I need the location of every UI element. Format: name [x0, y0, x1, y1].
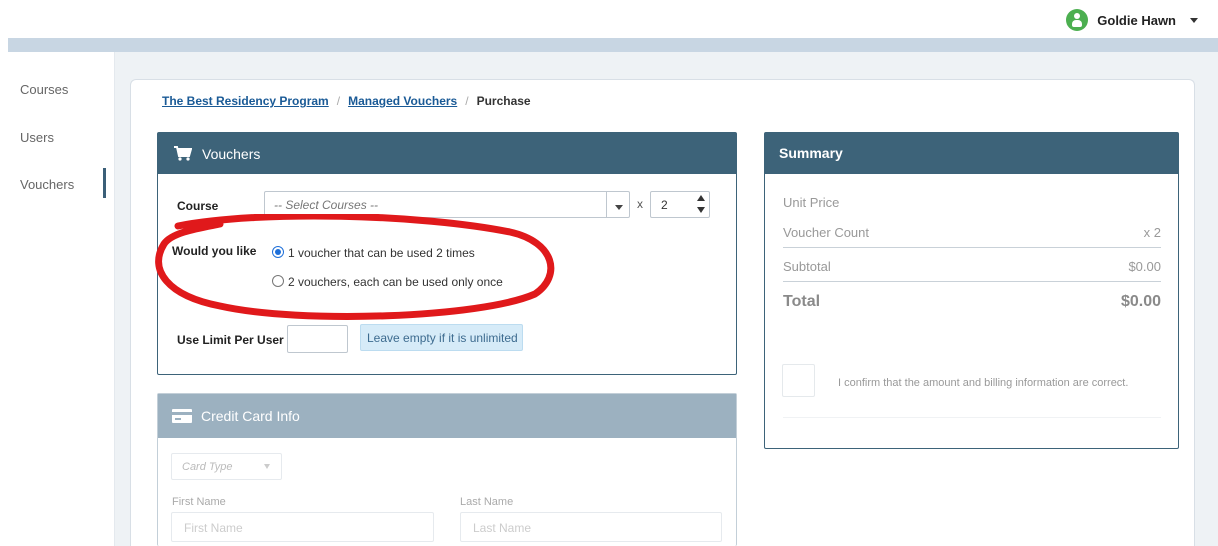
summary-card: Summary [764, 132, 1179, 449]
chevron-down-icon[interactable] [1190, 17, 1198, 23]
first-name-input[interactable]: First Name [171, 512, 434, 542]
total-row: Total $0.00 [783, 293, 1161, 311]
user-avatar-icon[interactable] [1066, 9, 1089, 31]
use-limit-hint: Leave empty if it is unlimited [360, 324, 523, 351]
vouchers-card-title: Vouchers [202, 145, 261, 162]
summary-divider [783, 247, 1161, 248]
confirm-text: I confirm that the amount and billing in… [838, 377, 1129, 389]
chevron-down-icon[interactable] [606, 191, 630, 218]
sidebar-item-users[interactable]: Users [20, 130, 54, 145]
breadcrumb: The Best Residency Program / Managed Vou… [162, 94, 531, 108]
user-menu[interactable]: Goldie Hawn [1066, 9, 1198, 31]
last-name-input[interactable]: Last Name [460, 512, 722, 542]
voucher-count-label: Voucher Count [783, 225, 870, 240]
voucher-count-value: x 2 [1143, 225, 1161, 240]
summary-divider [783, 417, 1161, 418]
credit-card-header: Credit Card Info [158, 394, 736, 438]
breadcrumb-separator: / [336, 94, 341, 108]
stepper-arrows-icon[interactable] [695, 194, 707, 216]
last-name-label: Last Name [460, 496, 514, 508]
subtotal-value: $0.00 [1128, 259, 1161, 274]
first-name-label: First Name [172, 496, 226, 508]
breadcrumb-link-managed-vouchers[interactable]: Managed Vouchers [348, 94, 457, 108]
user-name[interactable]: Goldie Hawn [1097, 13, 1176, 28]
voucher-count-row: Voucher Count x 2 [783, 225, 1161, 240]
radio-multiple-vouchers[interactable] [272, 275, 284, 287]
credit-card-icon [172, 409, 192, 423]
total-value: $0.00 [1120, 293, 1161, 310]
subtotal-row: Subtotal $0.00 [783, 259, 1161, 274]
radio-single-voucher[interactable] [272, 246, 284, 258]
breadcrumb-current: Purchase [476, 94, 531, 108]
radio-single-voucher-label[interactable]: 1 voucher that can be used 2 times [288, 246, 475, 260]
header-band [8, 38, 1218, 52]
times-symbol: x [637, 197, 643, 211]
summary-divider [783, 281, 1161, 282]
course-select[interactable]: -- Select Courses -- [264, 191, 630, 218]
chevron-down-icon[interactable] [264, 464, 270, 469]
would-you-like-label: Would you like [172, 244, 257, 258]
credit-card-title: Credit Card Info [201, 408, 300, 424]
shopping-cart-icon [174, 146, 192, 161]
sidebar-item-vouchers[interactable]: Vouchers [20, 177, 74, 192]
subtotal-label: Subtotal [783, 259, 831, 274]
sidebar: Courses Users Vouchers [8, 52, 115, 546]
top-bar: Goldie Hawn [0, 0, 1218, 38]
confirm-checkbox[interactable] [782, 364, 815, 397]
total-label: Total [783, 293, 821, 310]
use-limit-label: Use Limit Per User [177, 333, 284, 347]
radio-multiple-vouchers-label[interactable]: 2 vouchers, each can be used only once [288, 275, 503, 289]
vouchers-card-header: Vouchers [158, 133, 736, 174]
breadcrumb-separator: / [465, 94, 469, 108]
breadcrumb-link-program[interactable]: The Best Residency Program [162, 94, 329, 108]
sidebar-item-courses[interactable]: Courses [20, 82, 68, 97]
unit-price-label: Unit Price [783, 195, 840, 210]
course-label: Course [177, 199, 219, 213]
summary-title: Summary [765, 133, 1178, 174]
unit-price-row: Unit Price [783, 195, 1161, 210]
use-limit-input[interactable] [287, 325, 348, 353]
sidebar-active-indicator [103, 168, 106, 198]
